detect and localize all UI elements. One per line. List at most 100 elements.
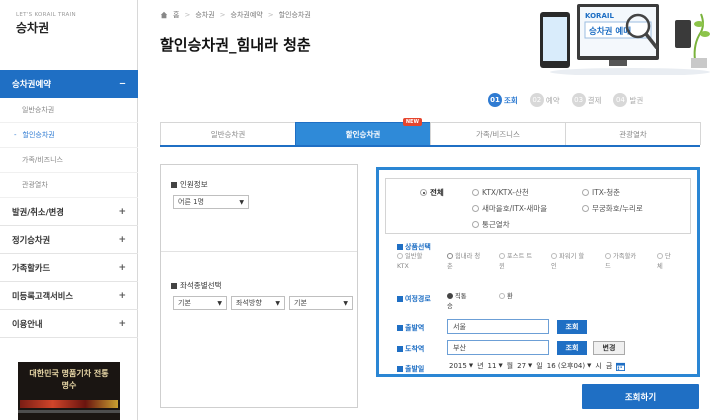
rail-track	[18, 410, 120, 413]
banner-text: 대한민국 명품기차 전통명수	[29, 369, 109, 390]
collapse-icon[interactable]: −	[119, 79, 126, 89]
day-select[interactable]: 27 ▼	[517, 362, 532, 370]
side-menu: 승차권예약 − 일반승차권 - 할인승차권 가족/비즈니스 관광열차 발권/취소/…	[0, 70, 138, 338]
calendar-icon[interactable]	[616, 362, 626, 371]
step-number: 04	[613, 93, 628, 107]
year-value: 2015	[449, 362, 467, 370]
route-option-transfer[interactable]: 환	[499, 292, 513, 302]
seat-position-select[interactable]: 기본 ▼	[289, 296, 353, 310]
breadcrumb-item[interactable]: 승차권	[195, 10, 214, 20]
route-option-direct[interactable]: 직통 승	[447, 292, 467, 312]
product-option-youth[interactable]: 힘내라 청춘	[447, 252, 480, 272]
option-line1: 가족할카	[613, 253, 637, 260]
departure-input[interactable]: 서울	[447, 319, 549, 334]
day-value: 27	[517, 362, 527, 370]
step-number: 01	[488, 93, 502, 107]
date-label-text: 출발일	[405, 365, 425, 373]
option-line1: 파워기 할	[559, 253, 585, 260]
product-option-posttwin[interactable]: 포스트 트윈	[499, 252, 532, 272]
hour-unit: 시	[595, 362, 602, 370]
month-unit: 월	[506, 362, 514, 370]
train-type-commuter[interactable]: 통근열차	[472, 219, 510, 230]
radio-icon	[472, 205, 479, 212]
product-option-general[interactable]: 일반할 KTX	[397, 252, 422, 272]
sidebar-head-reservation[interactable]: 승차권예약 −	[0, 70, 138, 98]
radio-label: 통근열차	[482, 220, 510, 229]
option-line2: 체	[657, 263, 663, 270]
train-type-saemaeul[interactable]: 새마을호/ITX-새마을	[472, 203, 547, 214]
sidebar-sub-family[interactable]: 가족/비즈니스	[0, 148, 138, 173]
divider	[161, 251, 357, 252]
product-label: 상품선택	[397, 242, 431, 252]
header-logo: KORAIL	[585, 12, 614, 20]
option-line2: 승	[447, 303, 453, 310]
option-line1: 일반할	[405, 253, 423, 260]
sidebar-sub-label: 할인승차권	[22, 131, 55, 139]
search-button[interactable]: 조회하기	[582, 384, 699, 409]
step-label: 예약	[545, 95, 560, 105]
bullet-icon	[397, 244, 403, 250]
tab-family[interactable]: 가족/비즈니스	[430, 122, 566, 145]
sidebar-sub-label: 관광열차	[22, 181, 48, 189]
search-panel: 전체 KTX/KTX-산천 ITX-청춘 새마을호/ITX-새마을 무궁화호/누…	[376, 167, 700, 377]
sidebar-sub-general[interactable]: 일반승차권	[0, 98, 138, 123]
sidebar-item-family-card[interactable]: 가족할카드 +	[0, 254, 138, 282]
dropdown-arrow-icon: ▼	[587, 363, 592, 369]
departure-search-button[interactable]: 조회	[557, 320, 587, 334]
train-type-itx-cheongchun[interactable]: ITX-청춘	[582, 187, 620, 198]
seat-direction-select[interactable]: 좌석방향 ▼	[231, 296, 285, 310]
sidebar-item-guide[interactable]: 이용안내 +	[0, 310, 138, 338]
seat-position-value: 기본	[294, 299, 307, 307]
product-option-group[interactable]: 단체	[657, 252, 671, 272]
tab-general[interactable]: 일반승차권	[160, 122, 296, 145]
expand-icon[interactable]: +	[118, 263, 126, 273]
arrival-search-button[interactable]: 조회	[557, 341, 587, 355]
dropdown-arrow-icon: ▼	[217, 299, 222, 307]
year-select[interactable]: 2015 ▼	[449, 362, 473, 370]
breadcrumb-item[interactable]: 승차권예약	[231, 10, 263, 20]
radio-icon	[499, 253, 505, 259]
brand-title: 승차권	[16, 21, 50, 35]
tab-discount[interactable]: 할인승차권 NEW	[295, 118, 431, 145]
passenger-label: 인원정보	[180, 180, 208, 189]
seat-type-select[interactable]: 기본 ▼	[173, 296, 227, 310]
sidebar-item-ticketing[interactable]: 발권/취소/변경 +	[0, 198, 138, 226]
home-icon[interactable]	[160, 11, 168, 19]
hour-value: 16 (오후04)	[546, 362, 586, 370]
arrival-input[interactable]: 부산	[447, 340, 549, 355]
breadcrumb-item[interactable]: 홈	[173, 10, 179, 20]
product-option-power[interactable]: 파워기 할인	[551, 252, 584, 272]
radio-label: 새마을호/ITX-새마을	[482, 204, 548, 213]
passenger-select[interactable]: 어른 1명 ▼	[173, 195, 249, 209]
swap-stations-button[interactable]: 변경	[593, 341, 625, 355]
hour-select[interactable]: 16 (오후04) ▼	[547, 361, 592, 371]
train-type-ktx[interactable]: KTX/KTX-산천	[472, 187, 529, 198]
train-type-all[interactable]: 전체	[420, 187, 444, 198]
radio-icon	[472, 189, 479, 196]
seat-section-label: 좌석종별선택	[171, 280, 221, 291]
new-badge: NEW	[402, 118, 422, 126]
train-image	[20, 400, 118, 408]
product-option-family[interactable]: 가족할카 드	[605, 252, 636, 272]
radio-icon	[605, 253, 611, 259]
breadcrumb-item[interactable]: 할인승차권	[279, 10, 311, 20]
train-type-mugunghwa[interactable]: 무궁화호/누리로	[582, 203, 643, 214]
sidebar-sub-label: 가족/비즈니스	[22, 156, 63, 164]
seat-direction-value: 좌석방향	[236, 299, 262, 307]
expand-icon[interactable]: +	[118, 319, 126, 329]
option-line2: KTX	[397, 263, 409, 270]
sidebar-item-guest[interactable]: 미등록고객서비스 +	[0, 282, 138, 310]
expand-icon[interactable]: +	[118, 235, 126, 245]
radio-icon	[551, 253, 557, 259]
sidebar-sub-tour[interactable]: 관광열차	[0, 173, 138, 198]
sidebar-item-season[interactable]: 정기승차권 +	[0, 226, 138, 254]
expand-icon[interactable]: +	[118, 291, 126, 301]
expand-icon[interactable]: +	[118, 207, 126, 217]
step-payment: 03 결제	[571, 93, 601, 107]
tab-tour[interactable]: 관광열차	[565, 122, 701, 145]
month-select[interactable]: 11 ▼	[488, 362, 503, 370]
promo-banner[interactable]: 대한민국 명품기차 전통명수	[18, 362, 120, 420]
header-illustration: KORAIL 승차권 예매	[540, 4, 710, 75]
option-line1: 직통	[455, 293, 467, 300]
sidebar-sub-discount[interactable]: - 할인승차권	[0, 123, 138, 148]
